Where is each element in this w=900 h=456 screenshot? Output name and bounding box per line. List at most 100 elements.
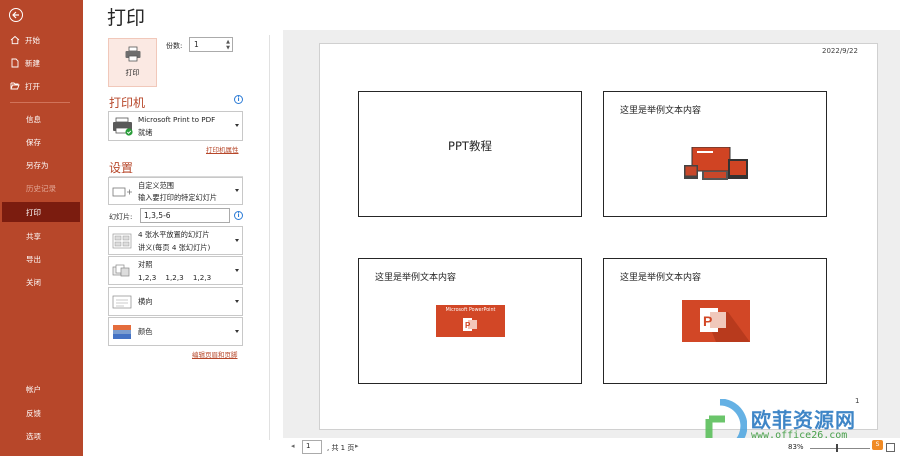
copies-label: 份数: — [166, 42, 183, 50]
page-total: , 共 1 页 — [327, 444, 355, 452]
sidebar-item-share[interactable]: 共享 — [0, 226, 83, 246]
collate-subtitle: 1,2,3 1,2,3 1,2,3 — [138, 273, 212, 282]
print-range-title: 自定义范围 — [138, 181, 174, 190]
sidebar-item-new[interactable]: 新建 — [0, 53, 83, 73]
copies-stepper[interactable]: 1 ▲ ▼ — [189, 37, 233, 52]
sidebar-item-label: 信息 — [26, 114, 41, 124]
edit-header-footer-link[interactable]: 编辑页眉和页脚 — [192, 349, 238, 359]
slide-thumbnail-1: PPT教程 — [358, 91, 582, 217]
sidebar-item-open[interactable]: 打开 — [0, 76, 83, 96]
sidebar-item-label: 导出 — [26, 254, 41, 264]
sidebar-item-label: 反馈 — [26, 408, 41, 418]
custom-range-icon — [112, 186, 134, 200]
powerpoint-logo-icon: P — [682, 300, 750, 342]
slides-input[interactable]: 1,3,5-6 — [140, 208, 230, 223]
printer-section-title: 打印机 — [109, 96, 146, 110]
page-number-input[interactable]: 1 — [302, 440, 322, 454]
banner-text: Microsoft PowerPoint — [445, 308, 496, 313]
preview-date: 2022/9/22 — [822, 47, 858, 55]
panel-divider — [269, 35, 270, 440]
printer-icon — [124, 46, 142, 64]
microsoft-powerpoint-banner: Microsoft PowerPoint P — [436, 305, 505, 337]
slide-thumbnail-2: 这里是举例文本内容 — [603, 91, 827, 217]
printer-name: Microsoft Print to PDF — [138, 115, 216, 124]
sidebar-item-save[interactable]: 保存 — [0, 132, 83, 152]
orientation-title: 横向 — [138, 297, 153, 306]
collate-icon — [112, 264, 132, 280]
orientation-dropdown[interactable]: 横向 — [108, 287, 243, 316]
folder-open-icon — [10, 81, 20, 91]
four-slides-layout-icon — [112, 233, 132, 251]
layout-dropdown[interactable]: 4 张水平放置的幻灯片 讲义(每页 4 张幻灯片) — [108, 226, 243, 255]
sidebar-item-export[interactable]: 导出 — [0, 249, 83, 269]
sidebar-divider — [10, 102, 70, 103]
slide-thumbnail-4: 这里是举例文本内容 P — [603, 258, 827, 384]
landscape-orientation-icon — [112, 295, 132, 311]
chevron-down-icon — [235, 299, 239, 303]
sidebar-item-label: 保存 — [26, 137, 41, 147]
ime-icon[interactable]: S — [872, 440, 883, 450]
sidebar-item-save-as[interactable]: 另存为 — [0, 155, 83, 175]
powerpoint-devices-icon — [684, 146, 750, 183]
settings-section-title: 设置 — [109, 161, 134, 175]
sidebar-item-label: 选项 — [26, 431, 41, 441]
info-icon[interactable]: i — [234, 211, 243, 220]
chevron-down-icon — [235, 238, 239, 242]
sidebar-item-label: 另存为 — [26, 160, 49, 170]
sidebar-item-account[interactable]: 帐户 — [0, 379, 83, 399]
zoom-slider-thumb[interactable] — [836, 444, 838, 452]
print-backstage-view: 开始 新建 打开 信息 保存 另存为 历史记录 打印 共享 导出 关闭 帐户 反… — [0, 0, 900, 456]
sidebar-item-options[interactable]: 选项 — [0, 426, 83, 446]
sidebar-item-label: 历史记录 — [26, 183, 56, 193]
chevron-down-icon — [235, 329, 239, 333]
status-bar — [270, 438, 900, 456]
printer-properties-link[interactable]: 打印机属性 — [206, 144, 239, 154]
sidebar-item-label: 帐户 — [26, 384, 41, 394]
sidebar-item-label: 新建 — [25, 58, 40, 68]
page-title: 打印 — [107, 7, 146, 29]
previous-page-icon[interactable]: ◂ — [291, 442, 295, 450]
powerpoint-p-icon: P — [463, 318, 477, 331]
next-page-icon[interactable]: ▸ — [355, 442, 359, 450]
sidebar-item-feedback[interactable]: 反馈 — [0, 403, 83, 423]
stepper-down-icon[interactable]: ▼ — [226, 46, 230, 51]
slide-title: 这里是举例文本内容 — [620, 106, 702, 116]
sidebar-item-close[interactable]: 关闭 — [0, 272, 83, 292]
printer-status: 就绪 — [138, 128, 153, 137]
sidebar-item-home[interactable]: 开始 — [0, 30, 83, 50]
slide-title: 这里是举例文本内容 — [375, 273, 457, 283]
slide-title: 这里是举例文本内容 — [620, 273, 702, 283]
svg-text:P: P — [703, 313, 712, 329]
new-document-icon — [10, 58, 20, 68]
sidebar-item-label: 关闭 — [26, 277, 41, 287]
chevron-down-icon — [235, 268, 239, 272]
color-title: 颜色 — [138, 327, 153, 336]
print-button-label: 打印 — [125, 69, 140, 77]
slide-thumbnail-3: 这里是举例文本内容 Microsoft PowerPoint P — [358, 258, 582, 384]
svg-text:P: P — [465, 321, 471, 330]
sidebar-item-label: 共享 — [26, 231, 41, 241]
printer-dropdown[interactable]: Microsoft Print to PDF 就绪 — [108, 111, 243, 141]
layout-title: 4 张水平放置的幻灯片 — [138, 230, 210, 239]
slides-label: 幻灯片: — [109, 213, 133, 221]
home-icon — [10, 35, 20, 45]
sidebar-item-print[interactable]: 打印 — [2, 202, 80, 222]
info-icon[interactable]: i — [234, 95, 243, 104]
layout-subtitle: 讲义(每页 4 张幻灯片) — [138, 243, 211, 252]
fit-to-window-icon[interactable] — [886, 443, 895, 452]
chevron-down-icon — [235, 189, 239, 192]
back-arrow-icon[interactable] — [9, 8, 23, 22]
sidebar-item-info[interactable]: 信息 — [0, 109, 83, 129]
collate-dropdown[interactable]: 对照 1,2,3 1,2,3 1,2,3 — [108, 256, 243, 285]
printer-ready-icon — [112, 117, 134, 139]
sidebar-item-label: 开始 — [25, 35, 40, 45]
copies-value: 1 — [194, 40, 199, 49]
color-dropdown[interactable]: 颜色 — [108, 317, 243, 346]
print-button[interactable]: 打印 — [108, 38, 157, 87]
zoom-slider[interactable] — [810, 448, 870, 449]
backstage-sidebar: 开始 新建 打开 信息 保存 另存为 历史记录 打印 共享 导出 关闭 帐户 反… — [0, 0, 83, 456]
print-range-subtitle: 输入要打印的特定幻灯片 — [138, 193, 218, 202]
print-range-dropdown[interactable]: 自定义范围 输入要打印的特定幻灯片 — [108, 177, 243, 205]
sidebar-item-history: 历史记录 — [0, 178, 83, 198]
sidebar-item-label: 打印 — [26, 207, 41, 217]
